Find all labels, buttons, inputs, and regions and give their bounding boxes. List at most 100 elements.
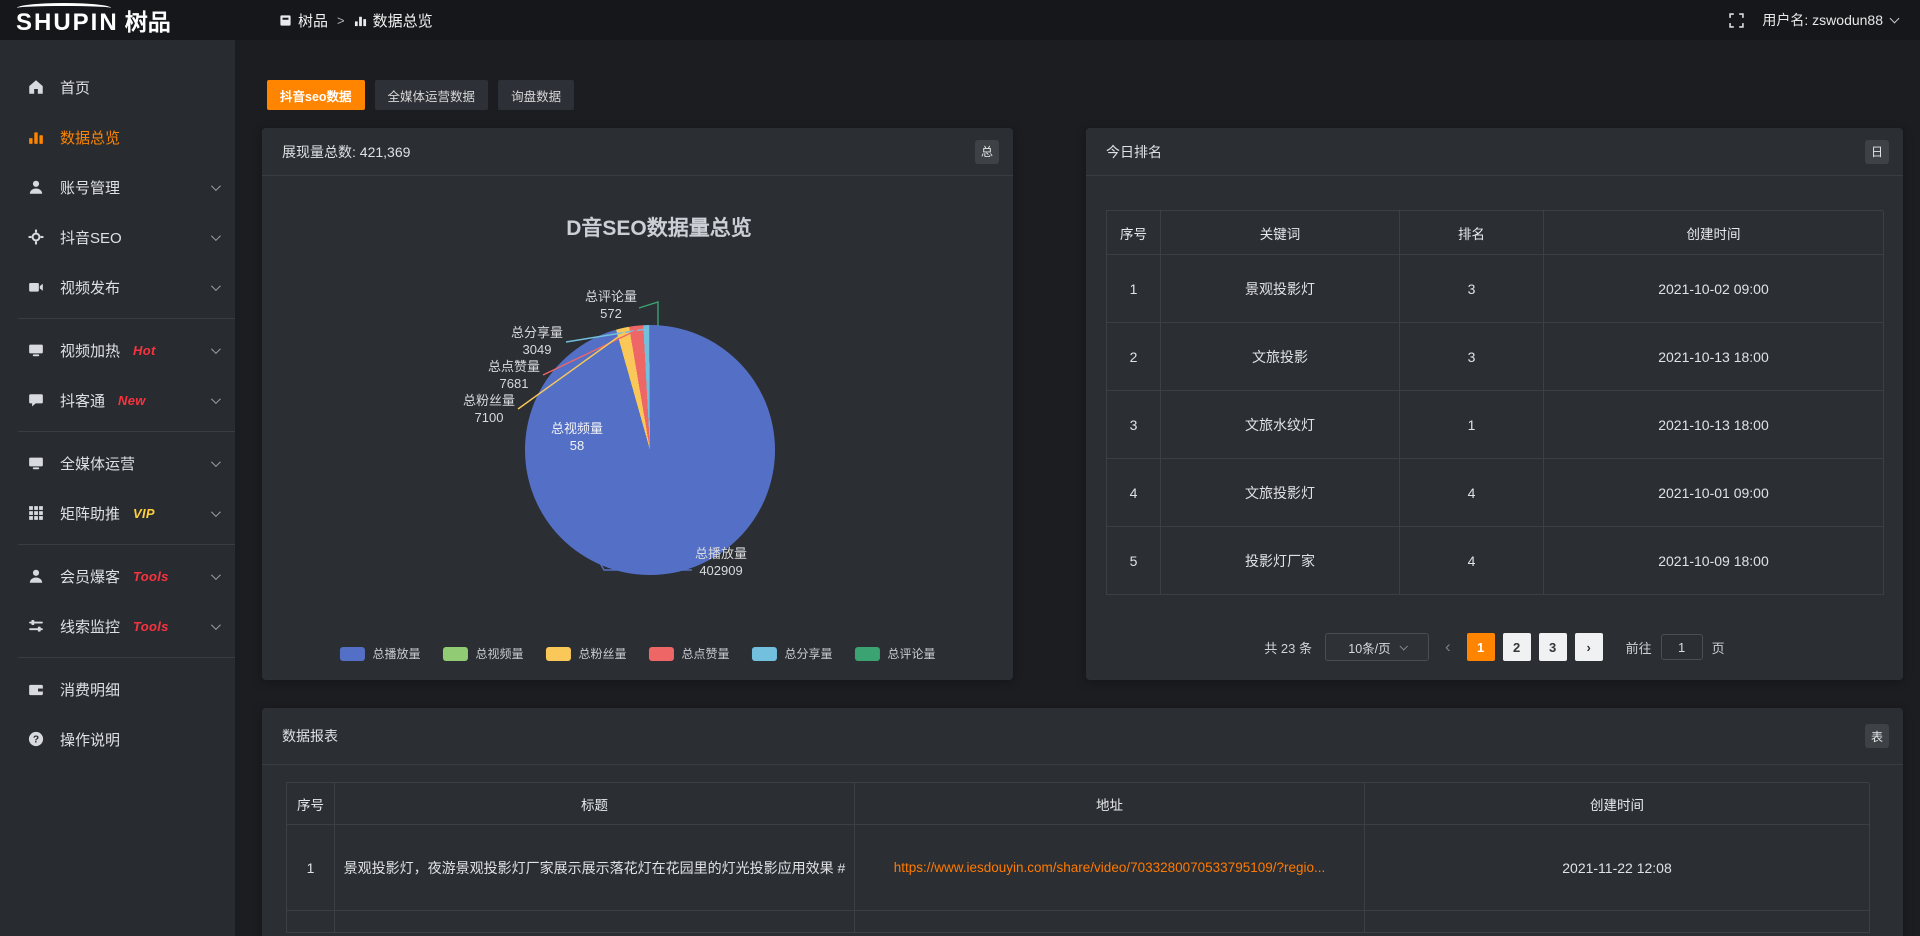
next-page-button[interactable]: › <box>1575 633 1603 661</box>
report-panel: 数据报表 表 序号标题地址创建时间1景观投影灯，夜游景观投影灯厂家展示展示落花灯… <box>262 708 1903 936</box>
ranking-cell: 3 <box>1400 255 1544 323</box>
ranking-cell: 文旅水纹灯 <box>1161 391 1400 459</box>
legend-swatch <box>855 647 880 661</box>
ranking-col-关键词: 关键词 <box>1161 211 1400 255</box>
sidebar-item-账号管理[interactable]: 账号管理 <box>0 162 235 212</box>
ranking-cell: 4 <box>1400 527 1544 595</box>
legend-item-总粉丝量[interactable]: 总粉丝量 <box>545 645 626 662</box>
legend-item-总分享量[interactable]: 总分享量 <box>752 645 833 662</box>
chart-title: D音SEO数据量总览 <box>566 212 752 242</box>
sliders-icon <box>28 618 47 634</box>
day-badge-button[interactable]: 日 <box>1865 140 1889 164</box>
tab-全媒体运营数据[interactable]: 全媒体运营数据 <box>375 80 489 110</box>
sidebar-item-label: 视频加热 <box>60 340 120 361</box>
sidebar-divider <box>18 431 235 432</box>
pie-label-总粉丝量: 总粉丝量7100 <box>463 392 515 426</box>
sidebar-item-消费明细[interactable]: 消费明细 <box>0 664 235 714</box>
legend-item-总评论量[interactable]: 总评论量 <box>855 645 936 662</box>
breadcrumb-item[interactable]: 树品 <box>279 10 328 31</box>
page-button-3[interactable]: 3 <box>1539 633 1567 661</box>
tv-icon <box>28 342 47 358</box>
sidebar-item-全媒体运营[interactable]: 全媒体运营 <box>0 438 235 488</box>
ranking-cell: 投影灯厂家 <box>1161 527 1400 595</box>
report-table: 序号标题地址创建时间1景观投影灯，夜游景观投影灯厂家展示展示落花灯在花园里的灯光… <box>286 782 1869 933</box>
goto-page-input[interactable] <box>1661 634 1703 660</box>
prev-page-button[interactable]: ‹ <box>1442 637 1454 657</box>
pie-label-总评论量: 总评论量572 <box>585 288 637 322</box>
sidebar-item-矩阵助推[interactable]: 矩阵助推VIP <box>0 488 235 538</box>
report-panel-header: 数据报表 表 <box>262 708 1903 765</box>
sidebar-item-线索监控[interactable]: 线索监控Tools <box>0 601 235 651</box>
sidebar-item-操作说明[interactable]: ?操作说明 <box>0 714 235 764</box>
legend-swatch <box>545 647 570 661</box>
ranking-cell: 3 <box>1107 391 1161 459</box>
page-button-1[interactable]: 1 <box>1467 633 1495 661</box>
chart-legend: 总播放量 总视频量 总粉丝量 总点赞量 总分享量 总评论量 <box>339 645 935 662</box>
report-col-地址: 地址 <box>855 783 1365 825</box>
ranking-cell: 2021-10-02 09:00 <box>1544 255 1884 323</box>
ranking-cell: 2 <box>1107 323 1161 391</box>
pie-label-总点赞量: 总点赞量7681 <box>488 358 540 392</box>
sidebar-divider <box>18 544 235 545</box>
breadcrumb: 树品 > 数据总览 <box>279 10 433 31</box>
username-label: 用户名: zswodun88 <box>1762 10 1883 30</box>
user-icon <box>28 179 47 195</box>
report-panel-title: 数据报表 <box>282 726 338 746</box>
chevron-down-icon <box>211 507 221 517</box>
user-menu[interactable]: 用户名: zswodun88 <box>1762 10 1898 30</box>
ranking-col-排名: 排名 <box>1400 211 1544 255</box>
pie-label-总分享量: 总分享量3049 <box>511 324 563 358</box>
home-icon <box>28 79 47 95</box>
breadcrumb-separator: > <box>337 13 345 28</box>
report-cell-created: 2021-11-22 12:08 <box>1365 825 1870 911</box>
legend-swatch <box>752 647 777 661</box>
sidebar-divider <box>18 318 235 319</box>
chevron-down-icon <box>211 231 221 241</box>
page-button-2[interactable]: 2 <box>1503 633 1531 661</box>
gear-icon <box>28 229 47 245</box>
pie-chart-area: D音SEO数据量总览 总评论量572 总分享量3049总点赞量7681总粉丝量71… <box>262 128 1013 680</box>
legend-item-总视频量[interactable]: 总视频量 <box>442 645 523 662</box>
wallet-icon <box>28 681 47 697</box>
sidebar-item-会员爆客[interactable]: 会员爆客Tools <box>0 551 235 601</box>
sidebar-divider <box>18 657 235 658</box>
tab-询盘数据[interactable]: 询盘数据 <box>498 80 574 110</box>
ranking-panel-header: 今日排名 日 <box>1086 128 1903 176</box>
chart-bar-icon <box>28 129 47 145</box>
ranking-cell: 2021-10-13 18:00 <box>1544 391 1884 459</box>
sidebar-item-数据总览[interactable]: 数据总览 <box>0 112 235 162</box>
sidebar-item-抖音SEO[interactable]: 抖音SEO <box>0 212 235 262</box>
sidebar-item-label: 矩阵助推 <box>60 503 120 524</box>
video-link[interactable]: https://www.iesdouyin.com/share/video/70… <box>894 860 1326 875</box>
page-size-select[interactable]: 10条/页 <box>1325 633 1429 661</box>
sidebar-item-视频加热[interactable]: 视频加热Hot <box>0 325 235 375</box>
sidebar-item-label: 数据总览 <box>60 127 120 148</box>
sidebar-item-label: 消费明细 <box>60 679 120 700</box>
breadcrumb-item[interactable]: 数据总览 <box>354 10 433 31</box>
ranking-cell: 2021-10-01 09:00 <box>1544 459 1884 527</box>
logo-text-cn: 树品 <box>125 3 171 37</box>
report-cell-index: 1 <box>287 825 335 911</box>
sidebar-item-视频发布[interactable]: 视频发布 <box>0 262 235 312</box>
table-badge-button[interactable]: 表 <box>1865 724 1889 748</box>
report-col-标题: 标题 <box>335 783 855 825</box>
pagination: 共 23 条10条/页‹123›前往页 <box>1086 633 1903 661</box>
ranking-cell: 1 <box>1400 391 1544 459</box>
chevron-down-icon <box>211 344 221 354</box>
app-logo: SHUPIN 树品 <box>0 3 235 37</box>
sidebar-item-抖客通[interactable]: 抖客通New <box>0 375 235 425</box>
pie-label-总视频量: 总视频量58 <box>551 420 603 454</box>
tab-抖音seo数据[interactable]: 抖音seo数据 <box>267 80 365 110</box>
sidebar-item-label: 操作说明 <box>60 729 120 750</box>
report-cell-title: 景观投影灯，夜游景观投影灯厂家展示展示落花灯在花园里的灯光投影应用效果 # <box>335 825 855 911</box>
legend-item-总播放量[interactable]: 总播放量 <box>339 645 420 662</box>
pagination-total: 共 23 条 <box>1264 638 1312 657</box>
fullscreen-icon[interactable] <box>1729 13 1744 28</box>
chevron-down-icon <box>1890 13 1900 23</box>
legend-item-总点赞量[interactable]: 总点赞量 <box>649 645 730 662</box>
report-cell-clipped <box>335 911 855 933</box>
sidebar-item-badge: New <box>118 393 146 408</box>
logo-arc <box>17 3 111 13</box>
sidebar-item-首页[interactable]: 首页 <box>0 62 235 112</box>
ranking-cell: 文旅投影灯 <box>1161 459 1400 527</box>
